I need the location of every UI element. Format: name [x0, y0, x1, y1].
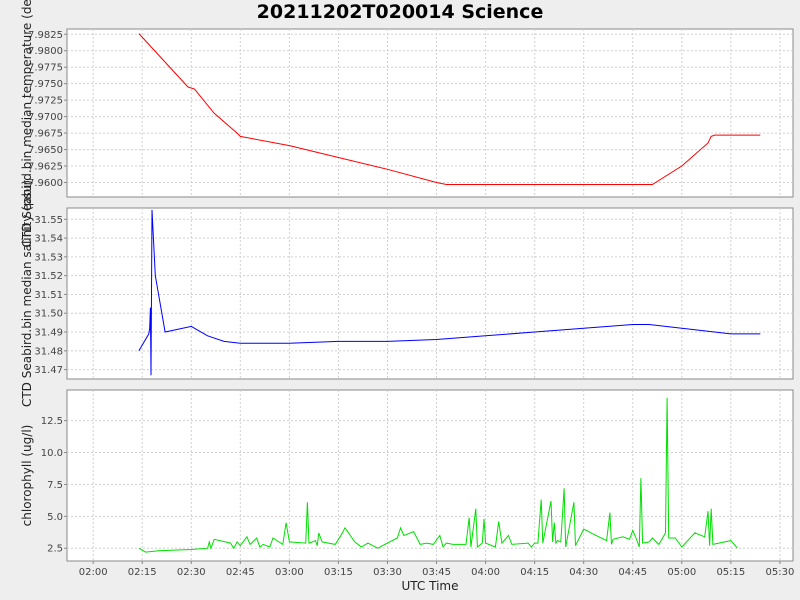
y-tick-label: 10.0	[41, 448, 63, 459]
y-tick-label: 7.5	[47, 480, 63, 491]
y-tick-label: 5.0	[47, 512, 63, 523]
y-axis-label: chlorophyll (ug/l)	[20, 425, 34, 527]
y-tick-label: 31.54	[34, 234, 63, 245]
chart-figure: 7.96007.96257.96507.96757.97007.97257.97…	[20, 0, 795, 593]
plot-area-3	[66, 389, 794, 562]
y-tick-label: 31.48	[34, 346, 63, 357]
x-tick-label: 03:45	[422, 567, 451, 578]
y-tick-label: 31.52	[34, 271, 63, 282]
x-tick-label: 05:15	[716, 567, 745, 578]
x-tick-label: 03:00	[275, 567, 304, 578]
x-tick-label: 04:15	[520, 567, 549, 578]
y-tick-label: 31.53	[34, 252, 63, 263]
x-tick-label: 05:00	[667, 567, 696, 578]
x-tick-label: 02:00	[79, 567, 108, 578]
x-tick-label: 02:45	[226, 567, 255, 578]
x-tick-label: 03:15	[324, 567, 353, 578]
x-axis-label: UTC Time	[402, 579, 459, 593]
y-tick-label: 31.47	[34, 365, 63, 376]
x-tick-label: 05:30	[766, 567, 795, 578]
x-tick-label: 02:30	[177, 567, 206, 578]
y-tick-label: 31.55	[34, 215, 63, 226]
y-tick-label: 31.51	[34, 290, 63, 301]
y-tick-label: 12.5	[41, 416, 63, 427]
x-tick-label: 03:30	[373, 567, 402, 578]
y-tick-label: 31.50	[34, 309, 63, 320]
plot-area-1	[66, 28, 794, 198]
y-tick-label: 2.5	[47, 544, 63, 555]
x-tick-label: 04:30	[569, 567, 598, 578]
plot-area-2	[66, 207, 794, 380]
y-tick-label: 31.49	[34, 328, 63, 339]
x-tick-label: 04:00	[471, 567, 500, 578]
x-tick-label: 04:45	[618, 567, 647, 578]
y-axis-label: CTD Seabird.bin median salinity (psu)	[20, 180, 34, 407]
x-tick-label: 02:15	[128, 567, 157, 578]
